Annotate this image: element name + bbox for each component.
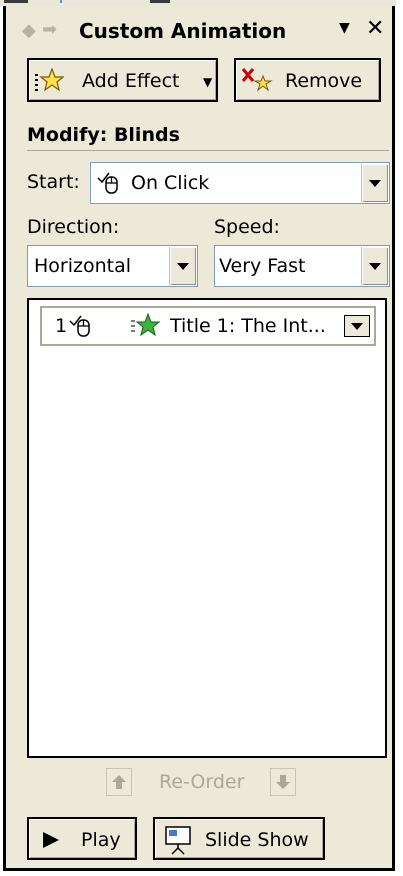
effect-options-button[interactable]	[344, 315, 370, 337]
chevron-down-icon	[369, 262, 381, 270]
task-pane: ◆ ➡ Custom Animation ▼ ✕ Add Effect ▼ Re…	[3, 6, 395, 871]
direction-select[interactable]: Horizontal	[27, 245, 198, 287]
slide-show-label: Slide Show	[205, 829, 309, 851]
speed-label: Speed:	[214, 216, 280, 238]
back-arrow-icon[interactable]: ◆	[22, 20, 36, 41]
list-item[interactable]: 1 Title 1: The Int...	[40, 306, 376, 346]
separator	[27, 150, 389, 151]
reorder-label: Re-Order	[159, 771, 245, 793]
remove-label: Remove	[285, 70, 363, 92]
effect-order: 1	[55, 315, 68, 337]
arrow-up-icon	[112, 775, 126, 789]
add-effect-label: Add Effect	[82, 70, 180, 92]
play-label: Play	[81, 829, 121, 851]
start-label: Start:	[27, 171, 80, 193]
effect-name: Title 1: The Int...	[170, 315, 326, 337]
speed-dropdown-button[interactable]	[361, 247, 388, 285]
add-effect-button[interactable]: Add Effect ▼	[27, 58, 218, 102]
play-button[interactable]: Play	[27, 817, 137, 860]
forward-arrow-icon[interactable]: ➡	[42, 19, 57, 40]
entrance-effect-icon	[131, 313, 160, 337]
play-icon	[43, 832, 59, 848]
direction-label: Direction:	[27, 216, 120, 238]
close-icon[interactable]: ✕	[366, 16, 384, 41]
top-strip-tick	[60, 0, 62, 3]
chevron-down-icon[interactable]: ▼	[339, 20, 350, 36]
chevron-down-icon: ▼	[203, 75, 213, 89]
top-strip-tick	[4, 0, 28, 3]
start-select[interactable]: On Click	[90, 162, 390, 204]
chevron-down-icon	[351, 322, 363, 330]
outer-margin	[396, 0, 403, 876]
move-down-button[interactable]	[270, 768, 296, 796]
direction-dropdown-button[interactable]	[169, 247, 196, 285]
mouse-click-icon	[69, 315, 90, 337]
chevron-down-icon	[177, 262, 189, 270]
move-up-button[interactable]	[106, 768, 132, 796]
pane-title: Custom Animation	[79, 19, 287, 43]
modify-heading: Modify: Blinds	[27, 124, 180, 146]
chevron-down-icon	[369, 179, 381, 187]
speed-select[interactable]: Very Fast	[214, 245, 390, 287]
mouse-click-icon	[97, 172, 118, 194]
slide-show-button[interactable]: Slide Show	[153, 817, 325, 860]
remove-effect-icon	[241, 68, 273, 92]
effects-list[interactable]: 1 Title 1: The Int...	[27, 298, 387, 758]
speed-value: Very Fast	[219, 255, 306, 277]
start-value: On Click	[131, 172, 210, 194]
star-effect-icon	[35, 68, 64, 92]
start-dropdown-button[interactable]	[361, 164, 388, 202]
slide-show-icon	[165, 826, 191, 855]
arrow-down-icon	[276, 775, 290, 789]
direction-value: Horizontal	[34, 255, 132, 277]
top-strip-tick	[150, 0, 170, 3]
remove-button[interactable]: Remove	[234, 58, 381, 102]
